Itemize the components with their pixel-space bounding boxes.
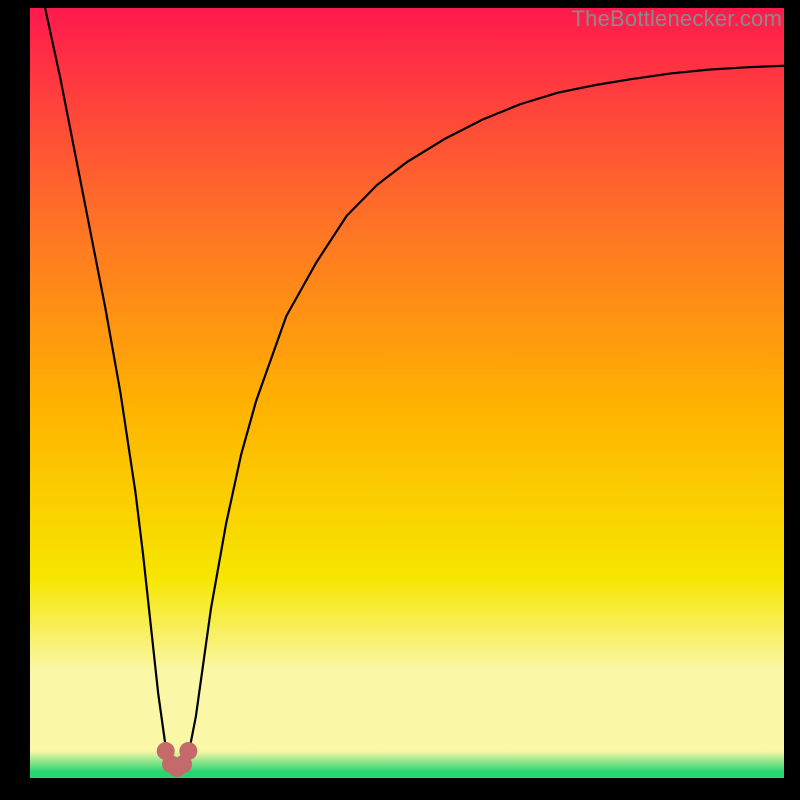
bottleneck-chart <box>30 8 784 778</box>
gradient-background <box>30 8 784 778</box>
chart-frame <box>30 8 784 778</box>
valley-marker <box>179 742 197 760</box>
